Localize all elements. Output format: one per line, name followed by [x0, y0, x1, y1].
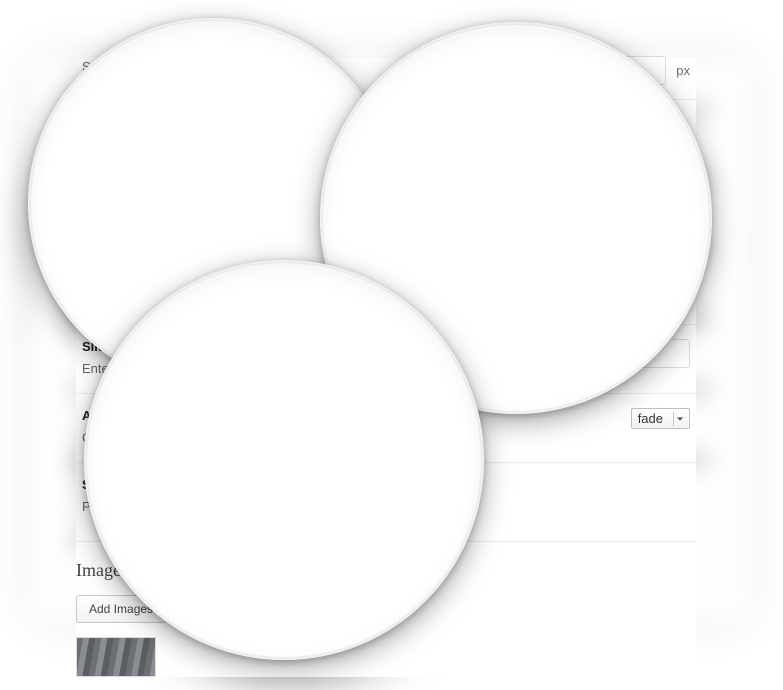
anim-select[interactable]: fade	[631, 408, 690, 429]
width-unit: px	[676, 63, 690, 78]
chevron-down-icon	[673, 412, 685, 426]
anim-select-value: fade	[636, 411, 665, 426]
magnifier-lens	[84, 260, 484, 660]
gallery-thumbnail[interactable]	[76, 637, 156, 677]
